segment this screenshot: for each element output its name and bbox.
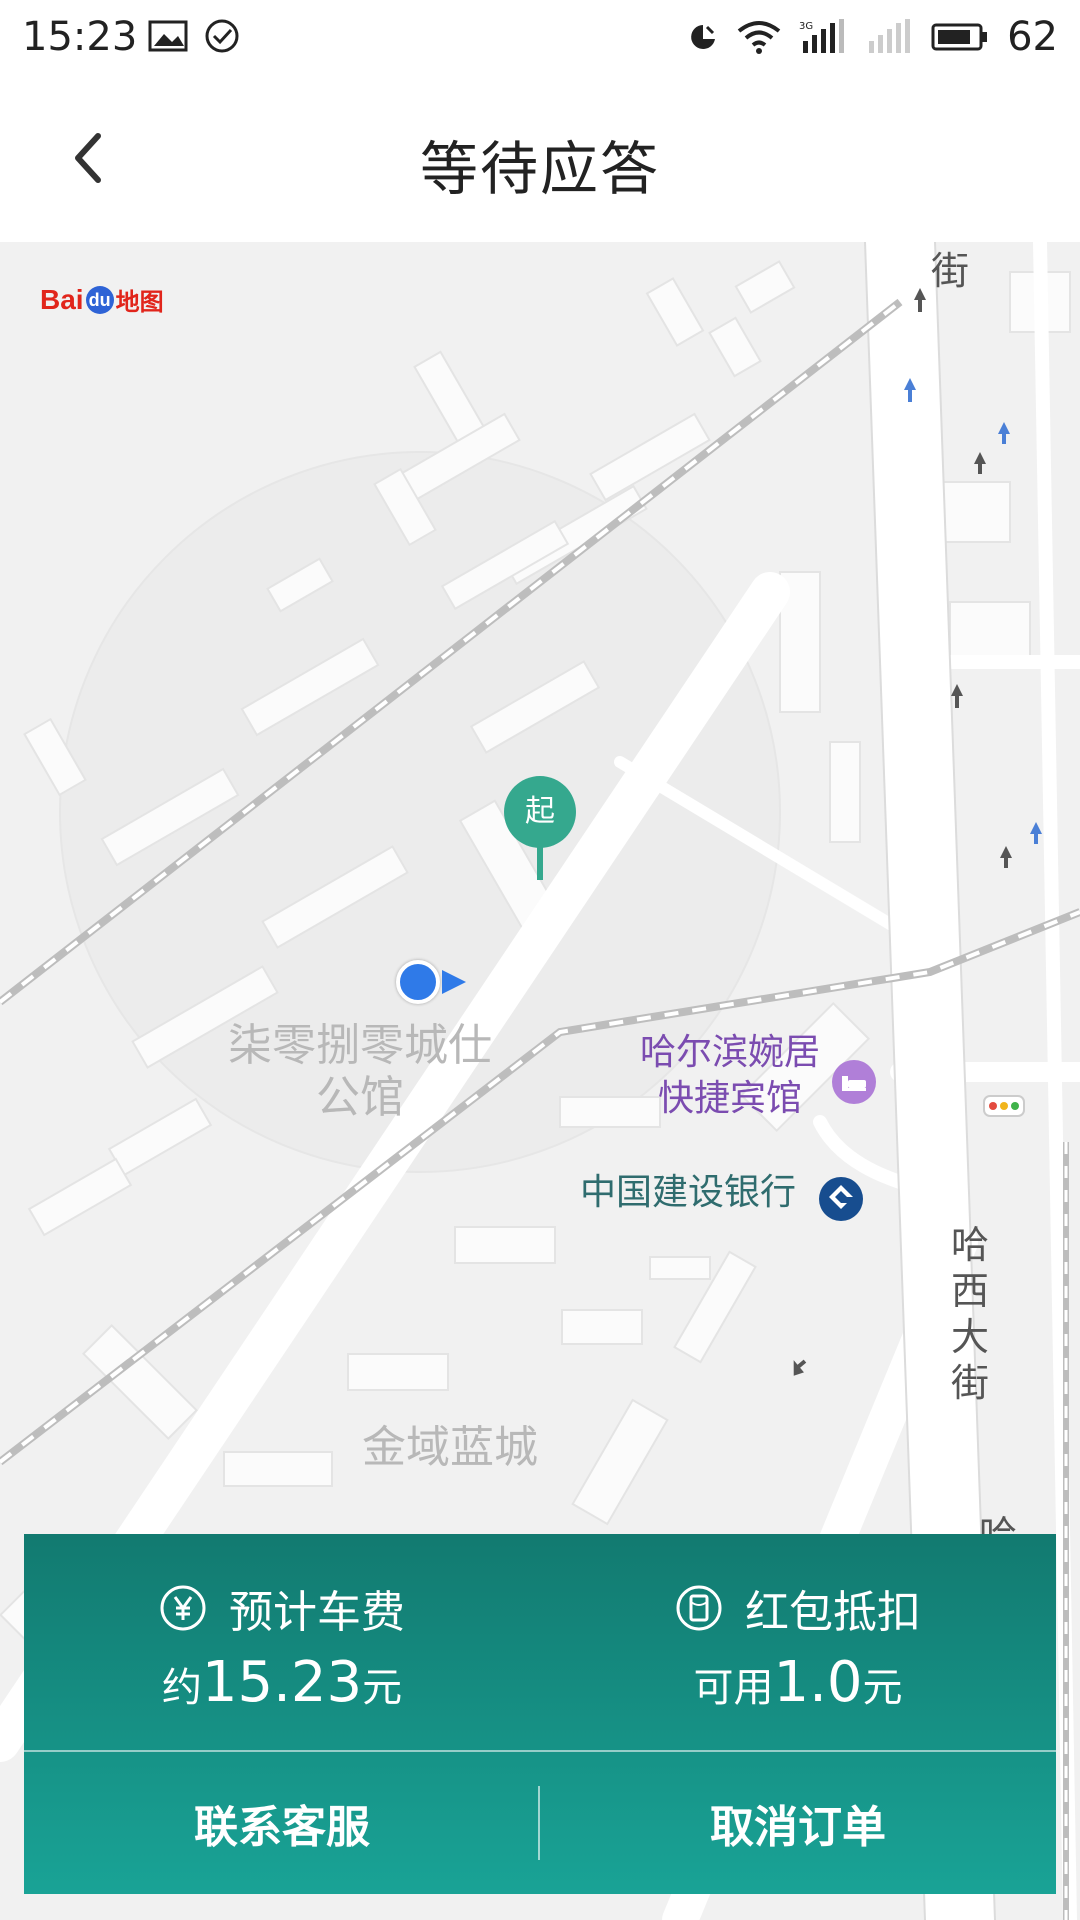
- fare-panel: 预计车费 约15.23元 红包抵扣 可用1.0元 联系客服 取消订单: [24, 1534, 1056, 1894]
- hotel-icon[interactable]: [830, 1058, 878, 1106]
- start-point-marker[interactable]: 起: [504, 776, 576, 884]
- title-bar: 等待应答: [0, 78, 1080, 242]
- red-packet-value: 可用1.0元: [693, 1650, 903, 1715]
- bank-icon[interactable]: [818, 1176, 864, 1222]
- nfc-icon: [691, 25, 716, 49]
- fare-estimate-value: 约15.23元: [161, 1650, 403, 1715]
- red-packet-deduction[interactable]: 红包抵扣 可用1.0元: [540, 1534, 1056, 1750]
- start-pin-label: 起: [504, 776, 576, 848]
- current-location-marker: [396, 960, 468, 1008]
- fare-estimate: 预计车费 约15.23元: [24, 1534, 540, 1750]
- signal-icon: [869, 19, 911, 53]
- check-circle-icon: [205, 19, 239, 53]
- yuan-icon: [160, 1585, 206, 1631]
- contact-service-button[interactable]: 联系客服: [24, 1752, 540, 1894]
- fare-estimate-label: 预计车费: [229, 1587, 405, 1638]
- page-title: 等待应答: [419, 135, 660, 203]
- baidu-map-logo: Bai du 地图: [40, 283, 164, 317]
- wifi-icon: [737, 21, 781, 54]
- red-packet-icon: [676, 1585, 722, 1631]
- road-label-hexi-street: 哈 西 大 街: [950, 1223, 989, 1405]
- battery-level: 62: [1007, 14, 1058, 60]
- image-icon: [148, 20, 188, 52]
- battery-icon: [931, 23, 988, 51]
- status-bar: 15:23 3G 62: [0, 0, 1080, 78]
- location-dot: [396, 960, 440, 1004]
- poi-bank[interactable]: 中国建设银行: [580, 1170, 796, 1216]
- poi-hotel[interactable]: 哈尔滨婉居 快捷宾馆: [630, 1030, 830, 1122]
- status-time: 15:23: [22, 14, 138, 60]
- signal-3g-icon: 3G: [799, 19, 845, 53]
- map-label-district: 柒零捌零城仕 公馆: [228, 1020, 492, 1123]
- cancel-order-button[interactable]: 取消订单: [540, 1752, 1056, 1894]
- road-label-top: 街: [930, 249, 969, 293]
- red-packet-label: 红包抵扣: [745, 1587, 921, 1638]
- svg-text:3G: 3G: [799, 21, 813, 32]
- heading-arrow-icon: [442, 970, 466, 994]
- map-label-community: 金域蓝城: [362, 1422, 538, 1473]
